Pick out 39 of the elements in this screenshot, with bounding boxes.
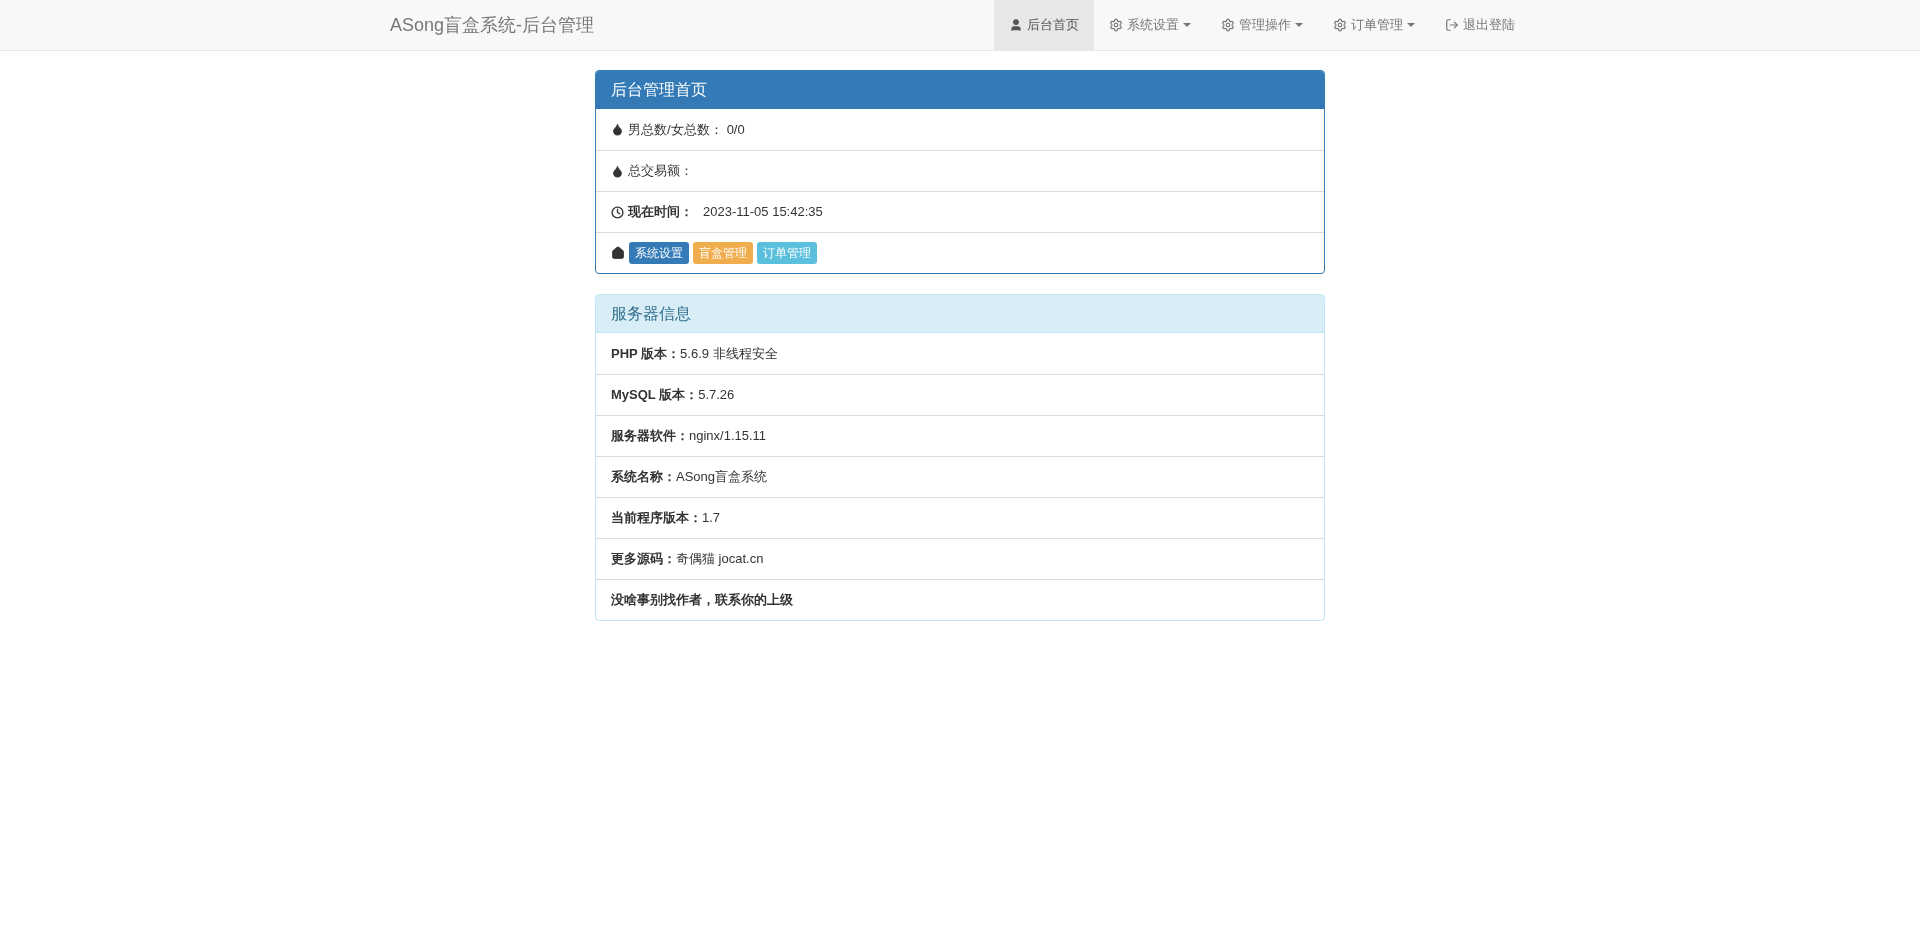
droplet-icon bbox=[611, 164, 624, 178]
droplet-icon bbox=[611, 123, 624, 136]
nav-link[interactable]: 后台首页 bbox=[994, 0, 1094, 50]
shortcut-label[interactable]: 系统设置 bbox=[629, 242, 689, 264]
row-value: 0/0 bbox=[726, 120, 745, 139]
logout-icon bbox=[1445, 18, 1459, 32]
gear-icon bbox=[1333, 18, 1347, 32]
row-label: 现在时间： bbox=[628, 203, 693, 222]
row-label: PHP 版本： bbox=[611, 344, 681, 363]
row-label: 男总数/女总数： bbox=[628, 120, 723, 139]
caret-icon bbox=[1183, 23, 1191, 27]
row-value: 奇偶猫 jocat.cn bbox=[676, 550, 764, 569]
row-label: 当前程序版本： bbox=[611, 509, 702, 528]
panel-heading: 后台管理首页 bbox=[596, 71, 1324, 109]
row-label: 更多源码： bbox=[611, 550, 676, 569]
row-value: 5.6.9 非线程安全 bbox=[680, 344, 778, 363]
panel-heading: 服务器信息 bbox=[596, 295, 1324, 333]
clock-icon bbox=[611, 205, 624, 219]
row-label: 没啥事别找作者，联系你的上级 bbox=[611, 591, 793, 610]
caret-icon bbox=[1295, 23, 1303, 27]
row-value: 1.7 bbox=[702, 509, 721, 528]
row-label: 系统名称： bbox=[611, 468, 676, 487]
row-label: 服务器软件： bbox=[611, 427, 689, 446]
gear-icon bbox=[1109, 18, 1123, 32]
brand-title[interactable]: ASong盲盒系统-后台管理 bbox=[390, 11, 595, 39]
row-value: ASong盲盒系统 bbox=[676, 468, 768, 487]
row-value: nginx/1.15.11 bbox=[689, 427, 767, 446]
home-icon bbox=[611, 246, 625, 260]
nav-link[interactable]: 系统设置 bbox=[1094, 0, 1206, 50]
nav-link[interactable]: 退出登陆 bbox=[1430, 0, 1530, 50]
nav-link[interactable]: 管理操作 bbox=[1206, 0, 1318, 50]
nav-link[interactable]: 订单管理 bbox=[1318, 0, 1430, 50]
row-label: MySQL 版本： bbox=[611, 386, 699, 405]
row-label: 总交易额： bbox=[628, 162, 693, 181]
row-value: 2023-11-05 15:42:35 bbox=[703, 203, 823, 222]
user-icon bbox=[1009, 18, 1023, 32]
gear-icon bbox=[1221, 18, 1235, 32]
row-value: 5.7.26 bbox=[698, 386, 735, 405]
caret-icon bbox=[1407, 23, 1415, 27]
